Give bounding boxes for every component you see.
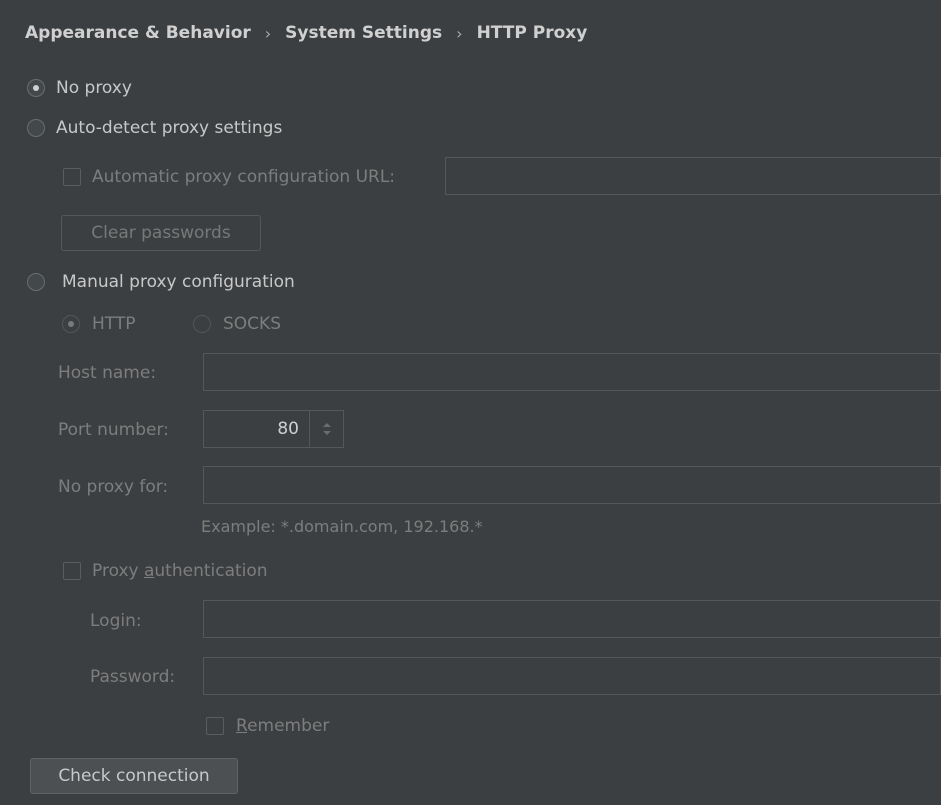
port-number-label: Port number: <box>58 420 169 440</box>
chevron-right-icon: › <box>456 23 463 43</box>
clear-passwords-label: Clear passwords <box>91 223 231 243</box>
check-connection-button[interactable]: Check connection <box>30 758 238 794</box>
host-name-label: Host name: <box>58 363 157 383</box>
breadcrumb-item-appearance[interactable]: Appearance & Behavior <box>25 23 251 43</box>
port-number-spinner[interactable]: 80 <box>203 410 344 448</box>
clear-passwords-button[interactable]: Clear passwords <box>61 215 261 251</box>
auto-config-url-input[interactable] <box>445 157 941 195</box>
auto-detect-radio[interactable] <box>27 119 45 137</box>
socks-radio[interactable] <box>193 315 211 333</box>
proxy-authentication-label-prefix: Proxy <box>92 561 144 581</box>
password-input[interactable] <box>203 657 941 695</box>
password-label: Password: <box>90 667 176 687</box>
no-proxy-for-label: No proxy for: <box>58 477 169 497</box>
check-connection-label: Check connection <box>58 766 210 786</box>
proxy-authentication-label-suffix: uthentication <box>154 561 268 581</box>
login-label: Login: <box>90 611 142 631</box>
manual-proxy-label[interactable]: Manual proxy configuration <box>62 271 295 293</box>
no-proxy-example-hint: Example: *.domain.com, 192.168.* <box>201 517 483 536</box>
auto-config-url-label: Automatic proxy configuration URL: <box>92 167 396 187</box>
no-proxy-for-input[interactable] <box>203 466 941 504</box>
no-proxy-radio[interactable] <box>27 79 45 97</box>
proxy-authentication-label: Proxy authentication <box>92 560 268 582</box>
http-radio[interactable] <box>62 315 80 333</box>
manual-proxy-radio[interactable] <box>27 273 45 291</box>
http-label: HTTP <box>92 314 136 334</box>
remember-checkbox[interactable] <box>206 717 224 735</box>
socks-label: SOCKS <box>223 314 281 334</box>
host-name-input[interactable] <box>203 353 941 391</box>
auto-detect-label[interactable]: Auto-detect proxy settings <box>56 117 282 139</box>
proxy-authentication-checkbox[interactable] <box>63 562 81 580</box>
no-proxy-label[interactable]: No proxy <box>56 77 132 99</box>
remember-label-rest: emember <box>247 716 330 736</box>
breadcrumb-item-system-settings[interactable]: System Settings <box>285 23 442 43</box>
breadcrumb-item-http-proxy: HTTP Proxy <box>476 23 588 43</box>
chevron-right-icon: › <box>264 23 272 43</box>
remember-label-mnemonic: R <box>236 716 248 736</box>
proxy-authentication-label-mnemonic: a <box>143 561 155 581</box>
spinner-arrows-icon[interactable] <box>309 411 343 447</box>
login-input[interactable] <box>203 600 941 638</box>
auto-config-url-checkbox[interactable] <box>63 168 81 186</box>
remember-label: Remember <box>236 715 329 737</box>
port-number-value: 80 <box>277 419 299 439</box>
breadcrumb: Appearance & Behavior › System Settings … <box>0 0 941 66</box>
